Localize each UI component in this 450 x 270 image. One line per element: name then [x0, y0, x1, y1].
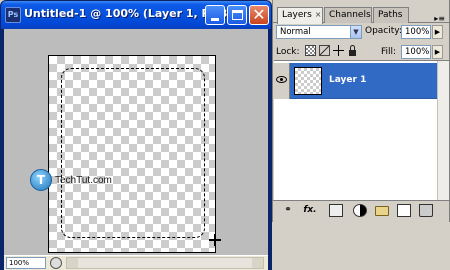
fill-field[interactable]: 100%: [401, 45, 431, 59]
blend-mode-select[interactable]: Normal ▼: [276, 25, 362, 39]
zoom-field[interactable]: 100%: [6, 257, 46, 269]
chevron-down-icon[interactable]: ▼: [350, 26, 361, 38]
empty-panel-area: [272, 222, 450, 270]
add-mask-icon[interactable]: [329, 204, 343, 217]
horizontal-scrollbar[interactable]: [66, 257, 264, 269]
close-button[interactable]: ✕: [249, 5, 269, 25]
blend-mode-value: Normal: [280, 27, 311, 37]
fx-icon[interactable]: fx.: [303, 204, 317, 217]
opacity-value: 100%: [405, 27, 430, 37]
tab-channels[interactable]: Channels: [324, 7, 372, 23]
new-group-icon[interactable]: [375, 206, 389, 216]
minimize-icon: [211, 18, 219, 21]
document-canvas[interactable]: [48, 55, 221, 253]
maximize-icon: [232, 10, 243, 20]
lock-icons: [305, 45, 361, 56]
link-layers-icon[interactable]: ⚭: [281, 204, 295, 217]
lock-transparent-icon[interactable]: [305, 45, 316, 56]
fill-slider-button[interactable]: ▶: [432, 45, 443, 59]
visibility-toggle[interactable]: [274, 63, 290, 99]
tab-layers[interactable]: Layers ×: [277, 7, 323, 24]
watermark-text: TechTut.com: [55, 174, 112, 186]
lock-all-icon[interactable]: [347, 45, 358, 56]
layers-panel: Layers × Channels Paths ▸≡ Normal ▼ Opaci…: [272, 0, 450, 222]
opacity-label: Opacity:: [365, 26, 402, 36]
minimize-button[interactable]: [205, 5, 225, 25]
techtut-logo-icon: T: [30, 169, 52, 191]
move-cursor-icon: [209, 234, 221, 246]
techtut-watermark: T TechTut.com: [30, 167, 112, 193]
opacity-field[interactable]: 100%: [401, 25, 431, 39]
tab-paths[interactable]: Paths: [373, 7, 409, 23]
status-info-icon[interactable]: [50, 257, 62, 269]
eye-icon: [276, 76, 287, 83]
scroll-left-icon[interactable]: [67, 258, 78, 268]
layer-thumbnail: [294, 67, 322, 95]
document-titlebar[interactable]: Ps Untitled-1 @ 100% (Layer 1, RGB/8) ✕: [1, 1, 271, 29]
panel-menu-icon[interactable]: ▸≡: [434, 14, 445, 23]
new-layer-icon[interactable]: [397, 204, 411, 217]
canvas-workspace[interactable]: T TechTut.com: [4, 29, 268, 255]
photoshop-logo-icon: Ps: [5, 7, 21, 23]
fill-label: Fill:: [381, 47, 397, 57]
tab-layers-label: Layers: [282, 10, 312, 20]
layer-list: Layer 1: [274, 60, 449, 201]
layer-list-scrollbar[interactable]: [437, 61, 449, 201]
fill-value: 100%: [405, 47, 430, 57]
lock-label: Lock:: [276, 47, 300, 57]
adjustment-layer-icon[interactable]: [353, 204, 367, 217]
panel-tabs: Layers × Channels Paths ▸≡: [273, 6, 449, 24]
delete-layer-icon[interactable]: [419, 204, 433, 217]
document-status-bar: 100%: [4, 255, 268, 270]
opacity-slider-button[interactable]: ▶: [432, 25, 443, 39]
close-icon: ✕: [252, 5, 266, 24]
layer-row[interactable]: Layer 1: [274, 63, 437, 99]
scroll-right-icon[interactable]: [252, 258, 263, 268]
document-window: Ps Untitled-1 @ 100% (Layer 1, RGB/8) ✕ …: [0, 0, 272, 270]
lock-position-icon[interactable]: [333, 45, 344, 56]
lock-image-icon[interactable]: [319, 45, 330, 56]
tab-close-icon[interactable]: ×: [315, 10, 322, 19]
tab-channels-label: Channels: [329, 10, 371, 20]
maximize-button[interactable]: [227, 5, 247, 25]
marquee-selection: [61, 68, 205, 238]
layers-bottom-toolbar: ⚭ fx.: [273, 200, 449, 221]
tab-paths-label: Paths: [378, 10, 403, 20]
layer-name: Layer 1: [329, 75, 367, 85]
